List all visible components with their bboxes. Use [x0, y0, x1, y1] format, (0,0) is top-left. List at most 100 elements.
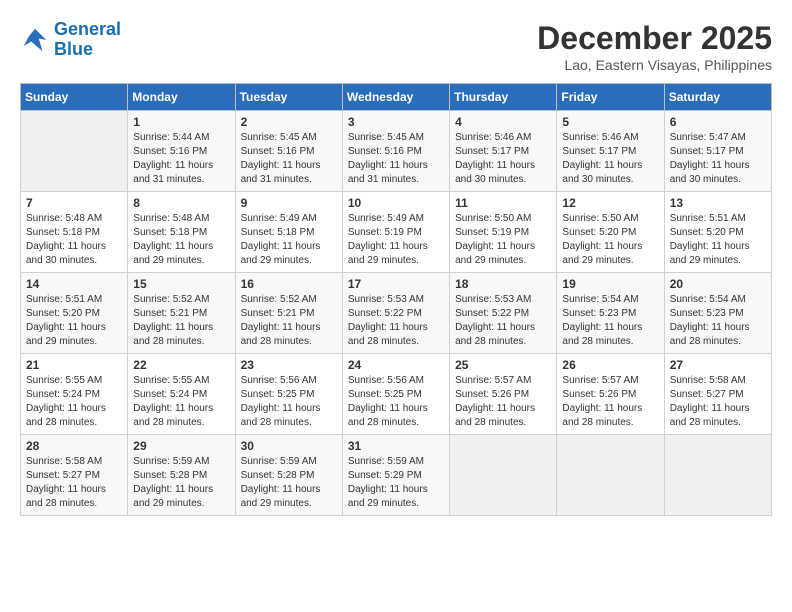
day-number: 22 [133, 358, 229, 372]
day-number: 20 [670, 277, 766, 291]
day-info: Sunrise: 5:54 AM Sunset: 5:23 PM Dayligh… [562, 293, 658, 349]
day-number: 10 [348, 196, 444, 210]
page-title: December 2025 [537, 20, 772, 57]
day-number: 2 [241, 115, 337, 129]
day-info: Sunrise: 5:50 AM Sunset: 5:19 PM Dayligh… [455, 212, 551, 268]
calendar-cell: 30Sunrise: 5:59 AM Sunset: 5:28 PM Dayli… [235, 435, 342, 516]
day-number: 15 [133, 277, 229, 291]
day-number: 8 [133, 196, 229, 210]
day-number: 7 [26, 196, 122, 210]
day-number: 25 [455, 358, 551, 372]
day-info: Sunrise: 5:50 AM Sunset: 5:20 PM Dayligh… [562, 212, 658, 268]
day-info: Sunrise: 5:52 AM Sunset: 5:21 PM Dayligh… [241, 293, 337, 349]
header-friday: Friday [557, 84, 664, 111]
calendar-week-row: 1 Sunrise: 5:44 AM Sunset: 5:16 PM Daylig… [21, 111, 772, 192]
day-number: 31 [348, 439, 444, 453]
calendar-cell: 6 Sunrise: 5:47 AM Sunset: 5:17 PM Daylig… [664, 111, 771, 192]
day-number: 29 [133, 439, 229, 453]
day-info: Sunrise: 5:53 AM Sunset: 5:22 PM Dayligh… [348, 293, 444, 349]
calendar-cell: 28Sunrise: 5:58 AM Sunset: 5:27 PM Dayli… [21, 435, 128, 516]
day-info: Sunrise: 5:48 AM Sunset: 5:18 PM Dayligh… [133, 212, 229, 268]
day-info: Sunrise: 5:45 AM Sunset: 5:16 PM Dayligh… [241, 131, 337, 187]
calendar-cell: 9 Sunrise: 5:49 AM Sunset: 5:18 PM Daylig… [235, 192, 342, 273]
day-number: 5 [562, 115, 658, 129]
day-info: Sunrise: 5:45 AM Sunset: 5:16 PM Dayligh… [348, 131, 444, 187]
header-monday: Monday [128, 84, 235, 111]
day-info: Sunrise: 5:46 AM Sunset: 5:17 PM Dayligh… [455, 131, 551, 187]
calendar-cell: 8 Sunrise: 5:48 AM Sunset: 5:18 PM Daylig… [128, 192, 235, 273]
calendar-cell: 17 Sunrise: 5:53 AM Sunset: 5:22 PM Dayli… [342, 273, 449, 354]
calendar-cell: 16 Sunrise: 5:52 AM Sunset: 5:21 PM Dayli… [235, 273, 342, 354]
header-tuesday: Tuesday [235, 84, 342, 111]
calendar-week-row: 21 Sunrise: 5:55 AM Sunset: 5:24 PM Dayli… [21, 354, 772, 435]
calendar-cell: 27Sunrise: 5:58 AM Sunset: 5:27 PM Dayli… [664, 354, 771, 435]
calendar-cell: 14 Sunrise: 5:51 AM Sunset: 5:20 PM Dayli… [21, 273, 128, 354]
calendar-cell: 13 Sunrise: 5:51 AM Sunset: 5:20 PM Dayli… [664, 192, 771, 273]
calendar-cell: 26 Sunrise: 5:57 AM Sunset: 5:26 PM Dayli… [557, 354, 664, 435]
day-info: Sunrise: 5:49 AM Sunset: 5:18 PM Dayligh… [241, 212, 337, 268]
day-number: 17 [348, 277, 444, 291]
day-info: Sunrise: 5:53 AM Sunset: 5:22 PM Dayligh… [455, 293, 551, 349]
day-number: 27 [670, 358, 766, 372]
title-block: December 2025 Lao, Eastern Visayas, Phil… [537, 20, 772, 73]
day-number: 19 [562, 277, 658, 291]
calendar-cell: 18 Sunrise: 5:53 AM Sunset: 5:22 PM Dayli… [450, 273, 557, 354]
calendar-header-row: SundayMondayTuesdayWednesdayThursdayFrid… [21, 84, 772, 111]
day-info: Sunrise: 5:51 AM Sunset: 5:20 PM Dayligh… [670, 212, 766, 268]
calendar-cell: 24 Sunrise: 5:56 AM Sunset: 5:25 PM Dayli… [342, 354, 449, 435]
calendar-cell: 5 Sunrise: 5:46 AM Sunset: 5:17 PM Daylig… [557, 111, 664, 192]
day-number: 3 [348, 115, 444, 129]
day-number: 18 [455, 277, 551, 291]
calendar-cell: 21 Sunrise: 5:55 AM Sunset: 5:24 PM Dayli… [21, 354, 128, 435]
day-number: 28 [26, 439, 122, 453]
day-info: Sunrise: 5:56 AM Sunset: 5:25 PM Dayligh… [348, 374, 444, 430]
logo-icon [20, 25, 50, 55]
day-number: 9 [241, 196, 337, 210]
day-info: Sunrise: 5:46 AM Sunset: 5:17 PM Dayligh… [562, 131, 658, 187]
day-info: Sunrise: 5:56 AM Sunset: 5:25 PM Dayligh… [241, 374, 337, 430]
calendar-cell: 19 Sunrise: 5:54 AM Sunset: 5:23 PM Dayli… [557, 273, 664, 354]
calendar-cell [450, 435, 557, 516]
calendar-cell [664, 435, 771, 516]
calendar-cell: 31 Sunrise: 5:59 AM Sunset: 5:29 PM Dayli… [342, 435, 449, 516]
calendar-week-row: 28Sunrise: 5:58 AM Sunset: 5:27 PM Dayli… [21, 435, 772, 516]
day-number: 26 [562, 358, 658, 372]
logo: GeneralBlue [20, 20, 121, 60]
day-number: 21 [26, 358, 122, 372]
day-info: Sunrise: 5:59 AM Sunset: 5:28 PM Dayligh… [241, 455, 337, 511]
page-header: GeneralBlue December 2025 Lao, Eastern V… [20, 20, 772, 73]
day-info: Sunrise: 5:52 AM Sunset: 5:21 PM Dayligh… [133, 293, 229, 349]
day-info: Sunrise: 5:57 AM Sunset: 5:26 PM Dayligh… [455, 374, 551, 430]
calendar-cell: 2 Sunrise: 5:45 AM Sunset: 5:16 PM Daylig… [235, 111, 342, 192]
logo-text: GeneralBlue [54, 20, 121, 60]
calendar-cell [21, 111, 128, 192]
header-sunday: Sunday [21, 84, 128, 111]
day-info: Sunrise: 5:55 AM Sunset: 5:24 PM Dayligh… [133, 374, 229, 430]
calendar-cell [557, 435, 664, 516]
calendar-cell: 12Sunrise: 5:50 AM Sunset: 5:20 PM Dayli… [557, 192, 664, 273]
day-info: Sunrise: 5:49 AM Sunset: 5:19 PM Dayligh… [348, 212, 444, 268]
calendar-cell: 20Sunrise: 5:54 AM Sunset: 5:23 PM Dayli… [664, 273, 771, 354]
day-info: Sunrise: 5:48 AM Sunset: 5:18 PM Dayligh… [26, 212, 122, 268]
day-number: 1 [133, 115, 229, 129]
day-number: 11 [455, 196, 551, 210]
day-info: Sunrise: 5:47 AM Sunset: 5:17 PM Dayligh… [670, 131, 766, 187]
day-info: Sunrise: 5:44 AM Sunset: 5:16 PM Dayligh… [133, 131, 229, 187]
calendar-cell: 7 Sunrise: 5:48 AM Sunset: 5:18 PM Daylig… [21, 192, 128, 273]
header-saturday: Saturday [664, 84, 771, 111]
day-info: Sunrise: 5:57 AM Sunset: 5:26 PM Dayligh… [562, 374, 658, 430]
day-number: 16 [241, 277, 337, 291]
day-number: 24 [348, 358, 444, 372]
day-info: Sunrise: 5:59 AM Sunset: 5:29 PM Dayligh… [348, 455, 444, 511]
page-subtitle: Lao, Eastern Visayas, Philippines [537, 57, 772, 73]
calendar-table: SundayMondayTuesdayWednesdayThursdayFrid… [20, 83, 772, 516]
day-info: Sunrise: 5:51 AM Sunset: 5:20 PM Dayligh… [26, 293, 122, 349]
calendar-cell: 10 Sunrise: 5:49 AM Sunset: 5:19 PM Dayli… [342, 192, 449, 273]
calendar-cell: 22 Sunrise: 5:55 AM Sunset: 5:24 PM Dayli… [128, 354, 235, 435]
day-number: 6 [670, 115, 766, 129]
day-number: 14 [26, 277, 122, 291]
day-number: 13 [670, 196, 766, 210]
day-number: 23 [241, 358, 337, 372]
day-info: Sunrise: 5:55 AM Sunset: 5:24 PM Dayligh… [26, 374, 122, 430]
calendar-week-row: 14 Sunrise: 5:51 AM Sunset: 5:20 PM Dayli… [21, 273, 772, 354]
